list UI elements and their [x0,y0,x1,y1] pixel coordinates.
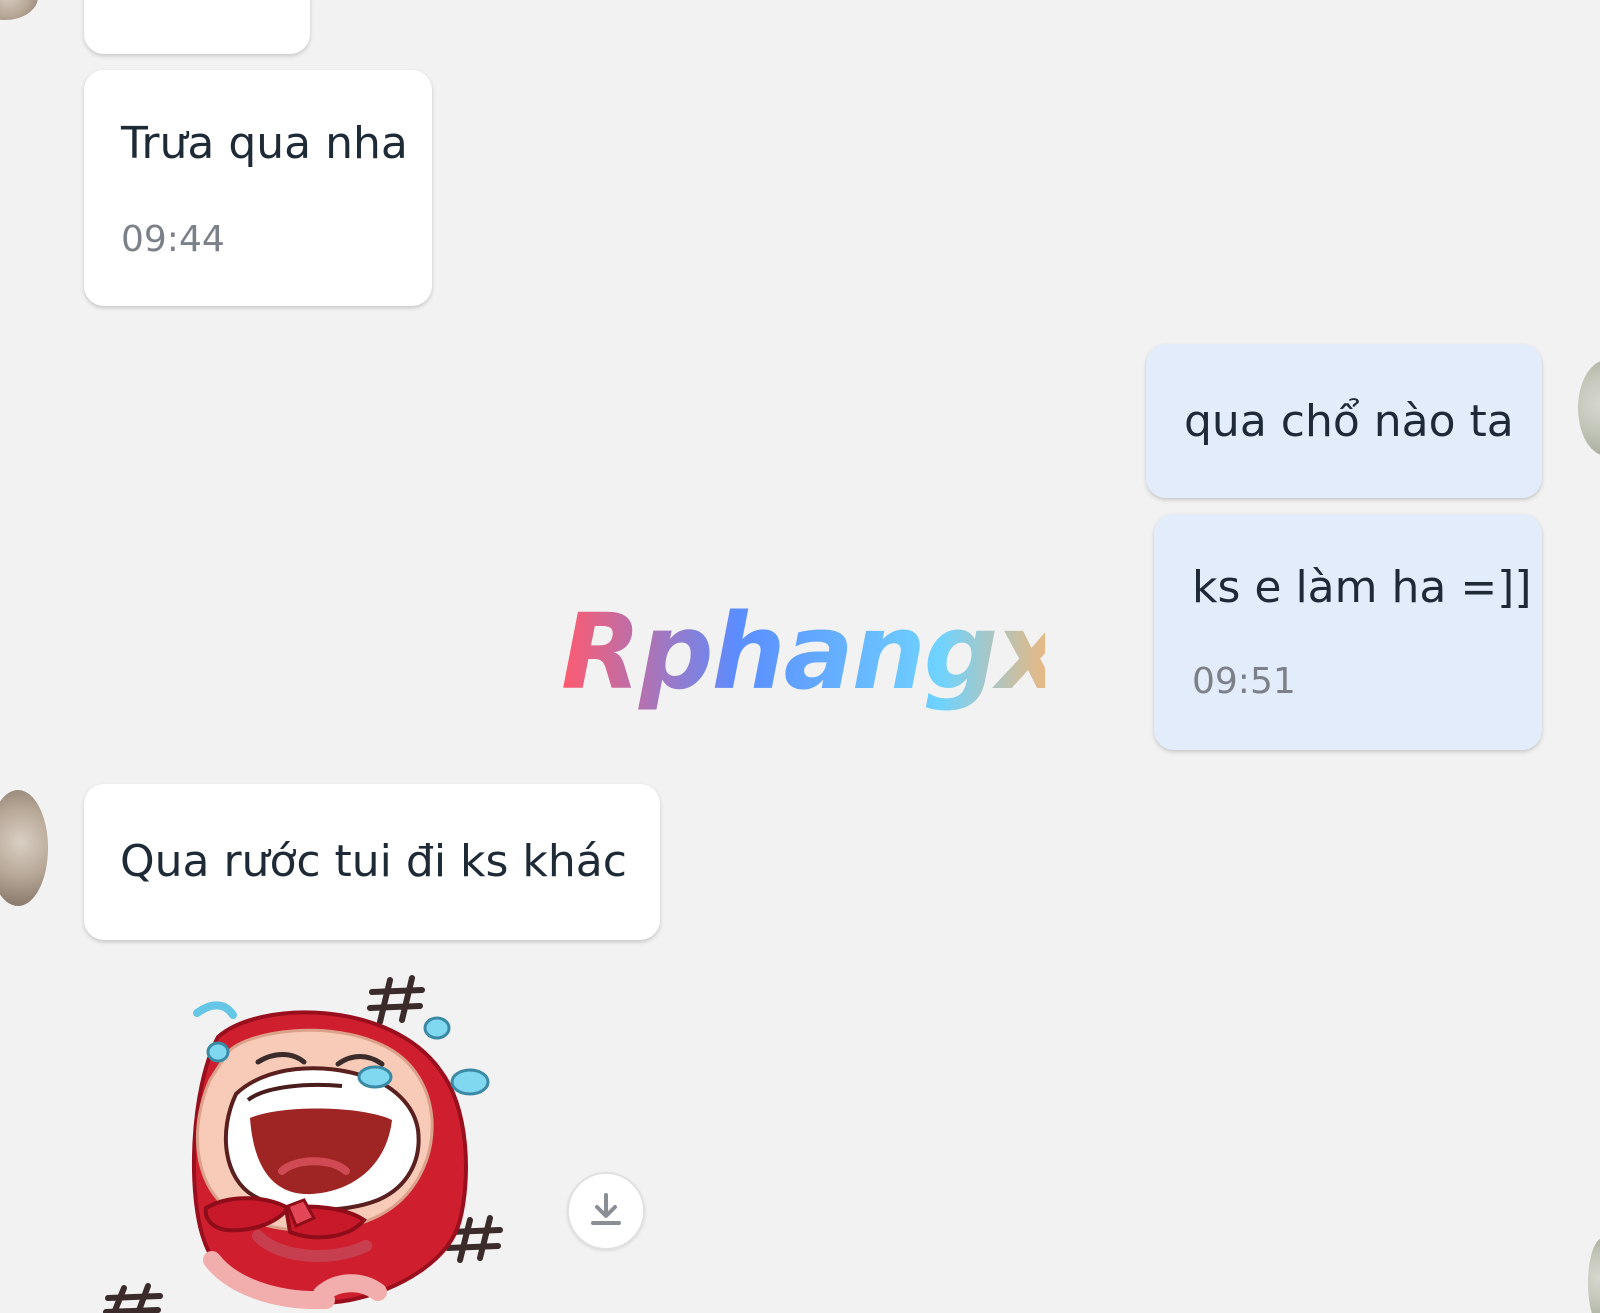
message-text: qua chổ nào ta [1184,396,1514,447]
message-text: ks e làm ha =]] [1192,562,1532,613]
contact-avatar[interactable] [0,790,48,906]
watermark-text: Rphangx [561,598,1045,713]
user-avatar-bottom[interactable] [1588,1238,1600,1313]
message-bubble-incoming[interactable]: Trưa qua nha 09:44 [84,70,432,306]
download-icon [591,1193,621,1225]
message-bubble-outgoing[interactable]: qua chổ nào ta [1146,344,1542,498]
message-time: 09:51 [1192,661,1296,702]
crying-laughing-sticker[interactable] [100,960,530,1313]
message-time: 09:44 [121,219,225,260]
watermark-logo: Rphangx [561,598,1045,713]
message-text: Qua rước tui đi ks khác [120,836,627,887]
contact-avatar-top[interactable] [0,0,38,20]
user-avatar[interactable] [1578,360,1600,456]
download-button[interactable] [567,1172,645,1250]
message-bubble-previous[interactable] [84,0,310,54]
message-text: Trưa qua nha [121,118,408,169]
chat-conversation: Trưa qua nha 09:44 qua chổ nào ta ks e l… [0,0,1600,1313]
message-bubble-incoming[interactable]: Qua rước tui đi ks khác [84,784,660,940]
message-bubble-outgoing[interactable]: ks e làm ha =]] 09:51 [1154,514,1542,750]
